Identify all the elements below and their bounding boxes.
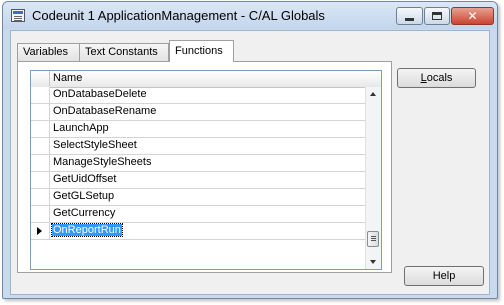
function-name-cell[interactable]: OnDatabaseDelete [53,88,147,100]
tab-variables[interactable]: Variables [17,43,80,61]
close-button[interactable]: ✕ [451,7,494,25]
minimize-button[interactable] [396,7,423,25]
row-selector[interactable] [31,138,50,154]
function-name-cell[interactable]: GetCurrency [53,207,115,219]
row-selector[interactable] [31,206,50,222]
scroll-down-button[interactable] [366,254,381,269]
locals-button[interactable]: Locals [397,68,476,88]
dialog-body: Variables Text Constants Functions Name … [10,30,490,295]
table-row[interactable]: SelectStyleSheet [31,138,365,155]
locals-label: ocals [426,72,453,84]
row-selector-header[interactable] [31,71,50,86]
grid-header: Name [31,71,381,88]
functions-grid: Name OnDatabaseDelete OnDatabaseRename L… [30,70,382,270]
table-row[interactable]: ManageStyleSheets [31,155,365,172]
row-selector[interactable] [31,155,50,171]
functions-panel: Name OnDatabaseDelete OnDatabaseRename L… [17,61,392,273]
close-icon: ✕ [467,9,478,23]
window-app-icon [11,9,25,22]
function-name-cell[interactable]: SelectStyleSheet [53,139,137,151]
row-selector[interactable] [31,104,50,120]
table-row[interactable]: GetGLSetup [31,189,365,206]
grip-icon [371,236,376,237]
maximize-button[interactable] [424,7,450,25]
vertical-scrollbar[interactable] [365,87,381,269]
table-row[interactable]: GetUidOffset [31,172,365,189]
row-selector[interactable] [31,189,50,205]
row-selector[interactable] [31,87,50,103]
table-row[interactable]: GetCurrency [31,206,365,223]
current-row-arrow-icon [37,227,42,235]
tab-text-constants[interactable]: Text Constants [79,43,169,61]
scroll-up-arrow-icon [370,92,376,96]
function-name-cell[interactable]: GetGLSetup [53,190,114,202]
window-title: Codeunit 1 ApplicationManagement - C/AL … [32,8,325,23]
cal-globals-window: Codeunit 1 ApplicationManagement - C/AL … [2,1,498,299]
scroll-up-button[interactable] [366,87,381,102]
row-selector[interactable] [31,223,50,239]
row-selector[interactable] [31,172,50,188]
scrollbar-thumb[interactable] [367,231,379,247]
tab-functions[interactable]: Functions [169,40,234,62]
function-name-cell[interactable]: ManageStyleSheets [53,156,151,168]
help-button[interactable]: Help [404,266,484,286]
function-name-cell-selected[interactable]: OnReportRun [51,223,123,237]
table-row[interactable]: OnDatabaseDelete [31,87,365,104]
function-name-cell[interactable]: GetUidOffset [53,173,116,185]
scroll-down-arrow-icon [370,260,376,264]
row-selector[interactable] [31,121,50,137]
title-bar[interactable]: Codeunit 1 ApplicationManagement - C/AL … [3,2,497,29]
function-name-cell[interactable]: OnDatabaseRename [53,105,156,117]
table-row[interactable]: OnDatabaseRename [31,104,365,121]
maximize-icon [432,12,442,20]
table-row[interactable]: LaunchApp [31,121,365,138]
function-name-cell[interactable]: LaunchApp [53,122,109,134]
table-row-current[interactable]: OnReportRun [31,223,365,240]
minimize-icon [405,18,414,21]
column-header-name[interactable]: Name [53,72,82,84]
